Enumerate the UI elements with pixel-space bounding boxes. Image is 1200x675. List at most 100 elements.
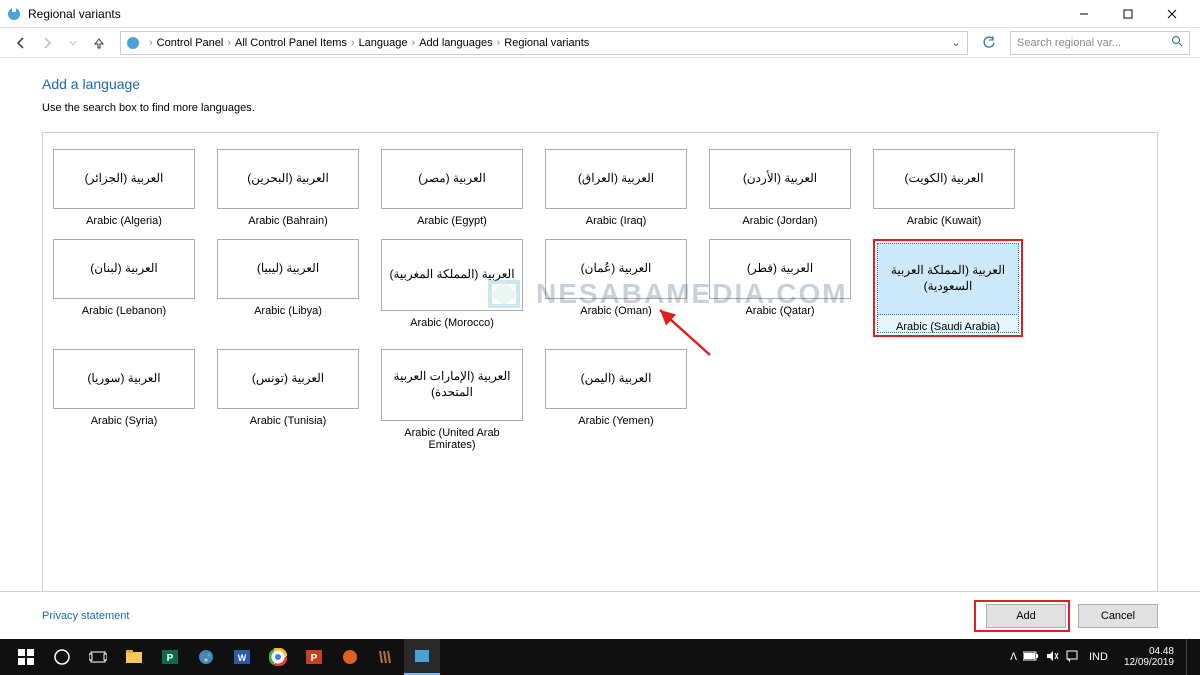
titlebar: Regional variants	[0, 0, 1200, 28]
breadcrumb-item[interactable]: All Control Panel Items	[235, 37, 347, 49]
taskbar: P W P ᐱ IND 04.48 12/09/2019	[0, 639, 1200, 675]
language-native-name: العربية (الجزائر)	[53, 149, 195, 209]
add-button[interactable]: Add	[986, 604, 1066, 628]
refresh-button[interactable]	[978, 32, 1000, 54]
language-tile[interactable]: العربية (لبنان)Arabic (Lebanon)	[53, 239, 195, 337]
close-button[interactable]	[1150, 0, 1194, 28]
language-tile[interactable]: العربية (العراق)Arabic (Iraq)	[545, 149, 687, 227]
breadcrumb-item[interactable]: Regional variants	[504, 37, 589, 49]
language-native-name: العربية (عُمان)	[545, 239, 687, 299]
clock[interactable]: 04.48 12/09/2019	[1118, 646, 1180, 668]
language-label: Arabic (Saudi Arabia)	[877, 321, 1019, 333]
language-tile[interactable]: العربية (تونس)Arabic (Tunisia)	[217, 349, 359, 451]
chevron-right-icon: ›	[149, 37, 153, 49]
language-label: Arabic (Iraq)	[545, 215, 687, 227]
annotation-highlight: العربية (المملكة العربية السعودية) Arabic…	[873, 239, 1023, 337]
language-native-name: العربية (سوريا)	[53, 349, 195, 409]
language-native-name: العربية (الإمارات العربية المتحدة)	[381, 349, 523, 421]
notifications-icon[interactable]	[1065, 649, 1079, 666]
language-label: Arabic (Egypt)	[381, 215, 523, 227]
language-label: Arabic (Morocco)	[381, 317, 523, 329]
control-panel-taskbar-icon[interactable]	[404, 639, 440, 675]
page-subtitle: Use the search box to find more language…	[42, 102, 1158, 114]
footer: Privacy statement Add Cancel	[0, 591, 1200, 639]
publisher-icon[interactable]: P	[152, 639, 188, 675]
location-icon	[125, 35, 141, 51]
show-desktop-button[interactable]	[1186, 639, 1192, 675]
search-icon	[1171, 35, 1183, 50]
back-button[interactable]	[10, 32, 32, 54]
language-label: Arabic (Qatar)	[709, 305, 851, 317]
nav-row: › Control Panel › All Control Panel Item…	[0, 28, 1200, 58]
language-tile[interactable]: العربية (اليمن) Arabic (Yemen)	[545, 349, 687, 451]
cancel-button[interactable]: Cancel	[1078, 604, 1158, 628]
language-tile[interactable]: العربية (الأردن) Arabic (Jordan)	[709, 149, 851, 227]
taskview-icon[interactable]	[80, 639, 116, 675]
language-tile[interactable]: العربية (المملكة المغربية) Arabic (Morocc…	[381, 239, 523, 337]
search-placeholder: Search regional var...	[1017, 37, 1121, 49]
breadcrumb[interactable]: › Control Panel › All Control Panel Item…	[120, 31, 968, 55]
language-indicator[interactable]: IND	[1085, 651, 1112, 663]
language-label: Arabic (Oman)	[545, 305, 687, 317]
language-native-name: العربية (تونس)	[217, 349, 359, 409]
app-icon[interactable]	[332, 639, 368, 675]
privacy-link[interactable]: Privacy statement	[42, 610, 129, 622]
language-tile[interactable]: العربية (سوريا) Arabic (Syria)	[53, 349, 195, 451]
language-label: Arabic (Libya)	[217, 305, 359, 317]
recent-dropdown[interactable]	[62, 32, 84, 54]
annotation-highlight: Add	[974, 600, 1070, 632]
language-native-name: العربية (مصر)	[381, 149, 523, 209]
language-label: Arabic (Lebanon)	[53, 305, 195, 317]
language-label: Arabic (Yemen)	[545, 415, 687, 427]
language-label: Arabic (Syria)	[53, 415, 195, 427]
language-tile[interactable]: العربية (مصر) Arabic (Egypt)	[381, 149, 523, 227]
language-native-name: العربية (الأردن)	[709, 149, 851, 209]
language-native-name: العربية (المملكة المغربية)	[381, 239, 523, 311]
language-grid: العربية (الجزائر)Arabic (Algeria)العربية…	[53, 149, 1147, 451]
powerpoint-icon[interactable]: P	[296, 639, 332, 675]
language-native-name: العربية (البحرين)	[217, 149, 359, 209]
language-tile[interactable]: العربية (ليبيا)Arabic (Libya)	[217, 239, 359, 337]
chevron-down-icon[interactable]: ⌄	[949, 36, 963, 49]
language-label: Arabic (Jordan)	[709, 215, 851, 227]
chevron-right-icon: ›	[351, 37, 355, 49]
language-native-name: العربية (المملكة العربية السعودية)	[877, 243, 1019, 315]
language-native-name: العربية (قطر)	[709, 239, 851, 299]
svg-text:W: W	[238, 653, 247, 663]
svg-text:P: P	[311, 653, 318, 664]
search-input[interactable]: Search regional var...	[1010, 31, 1190, 55]
start-button[interactable]	[8, 639, 44, 675]
language-tile[interactable]: العربية (الإمارات العربية المتحدة) Arabic…	[381, 349, 523, 451]
minimize-button[interactable]	[1062, 0, 1106, 28]
language-label: Arabic (Bahrain)	[217, 215, 359, 227]
language-label: Arabic (Kuwait)	[873, 215, 1015, 227]
paint-icon[interactable]	[188, 639, 224, 675]
volume-icon[interactable]	[1045, 649, 1059, 666]
language-tile[interactable]: العربية (المملكة العربية السعودية) Arabic…	[877, 243, 1019, 333]
word-icon[interactable]: W	[224, 639, 260, 675]
up-button[interactable]	[88, 32, 110, 54]
breadcrumb-item[interactable]: Control Panel	[157, 37, 224, 49]
breadcrumb-item[interactable]: Language	[359, 37, 408, 49]
language-native-name: العربية (الكويت)	[873, 149, 1015, 209]
language-tile[interactable]: العربية (عُمان) Arabic (Oman)	[545, 239, 687, 337]
battery-icon[interactable]	[1023, 651, 1039, 664]
language-label: Arabic (Algeria)	[53, 215, 195, 227]
maximize-button[interactable]	[1106, 0, 1150, 28]
control-panel-icon	[6, 6, 22, 22]
file-explorer-icon[interactable]	[116, 639, 152, 675]
tray-chevron-icon[interactable]: ᐱ	[1010, 652, 1017, 663]
language-label: Arabic (United Arab Emirates)	[381, 427, 523, 451]
chrome-icon[interactable]	[260, 639, 296, 675]
language-tile[interactable]: العربية (الكويت) Arabic (Kuwait)	[873, 149, 1015, 227]
language-native-name: العربية (اليمن)	[545, 349, 687, 409]
app-icon-2[interactable]	[368, 639, 404, 675]
language-tile[interactable]: العربية (البحرين) Arabic (Bahrain)	[217, 149, 359, 227]
forward-button[interactable]	[36, 32, 58, 54]
breadcrumb-item[interactable]: Add languages	[419, 37, 492, 49]
cortana-icon[interactable]	[44, 639, 80, 675]
language-tile[interactable]: العربية (الجزائر) Arabic (Algeria)	[53, 149, 195, 227]
chevron-right-icon: ›	[497, 37, 501, 49]
language-tile[interactable]: العربية (قطر) Arabic (Qatar)	[709, 239, 851, 337]
page-title: Add a language	[42, 76, 1158, 92]
